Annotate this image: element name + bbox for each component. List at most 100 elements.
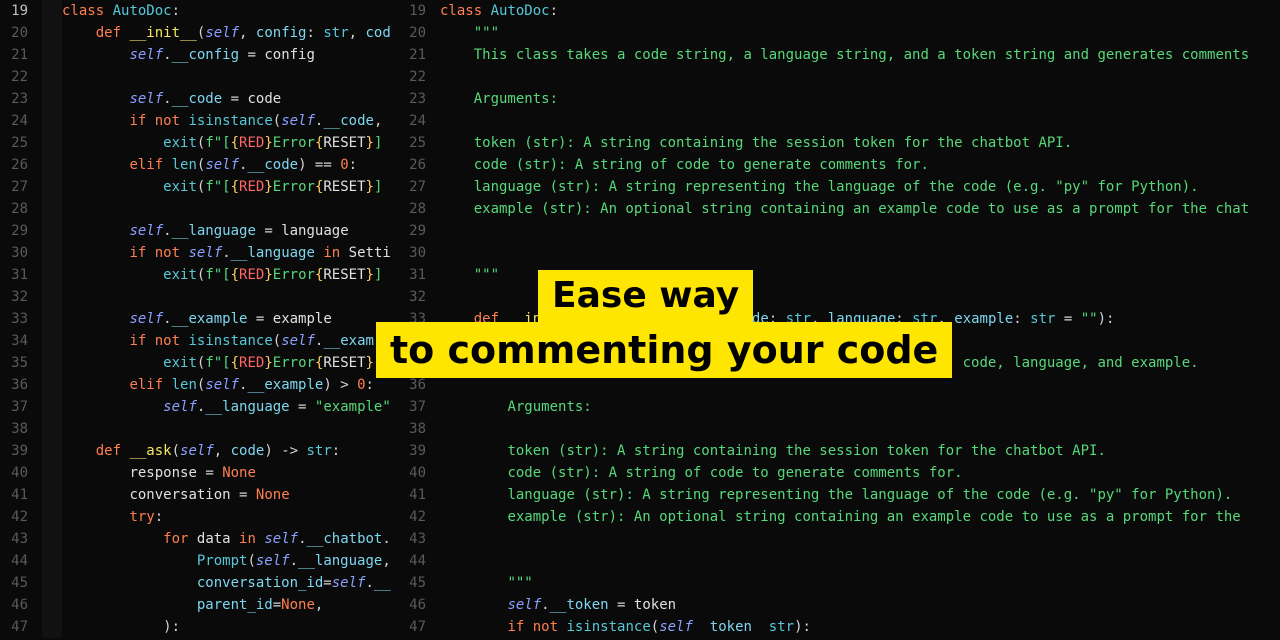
code-content[interactable] — [440, 110, 1280, 132]
code-line[interactable]: 29 — [398, 220, 1280, 242]
code-line[interactable]: 19class AutoDoc: — [0, 0, 398, 22]
code-content[interactable]: ): — [62, 616, 398, 638]
code-content[interactable]: def __init__(self, config: str, cod — [62, 22, 398, 44]
code-line[interactable]: 45 """ — [398, 572, 1280, 594]
code-content[interactable]: language (str): A string representing th… — [440, 176, 1280, 198]
code-line[interactable]: 28 example (str): An optional string con… — [398, 198, 1280, 220]
code-line[interactable]: 39 token (str): A string containing the … — [398, 440, 1280, 462]
code-content[interactable] — [440, 66, 1280, 88]
code-content[interactable] — [440, 242, 1280, 264]
code-content[interactable]: def __ask(self, code) -> str: — [62, 440, 398, 462]
code-content[interactable]: response = None — [62, 462, 398, 484]
code-content[interactable]: example (str): An optional string contai… — [440, 198, 1280, 220]
code-content[interactable]: """ — [440, 22, 1280, 44]
code-content[interactable]: self.__language = language — [62, 220, 398, 242]
code-line[interactable]: 31 """ — [398, 264, 1280, 286]
code-content[interactable]: class AutoDoc: — [440, 0, 1280, 22]
code-content[interactable]: try: — [62, 506, 398, 528]
code-line[interactable]: 38 — [398, 418, 1280, 440]
code-content[interactable]: exit(f"[{RED}Error{RESET}] — [62, 132, 398, 154]
code-line[interactable]: 47 if not isinstance(self token str): — [398, 616, 1280, 638]
code-content[interactable]: exit(f"[{RED}Error{RESET}] — [62, 352, 398, 374]
code-line[interactable]: 23 Arguments: — [398, 88, 1280, 110]
code-content[interactable]: conversation = None — [62, 484, 398, 506]
code-content[interactable]: token (str): A string containing the ses… — [440, 132, 1280, 154]
code-line[interactable]: 19class AutoDoc: — [398, 0, 1280, 22]
code-line[interactable]: 35 exit(f"[{RED}Error{RESET}] — [0, 352, 398, 374]
code-line[interactable]: 38 — [0, 418, 398, 440]
code-content[interactable]: parent_id=None, — [62, 594, 398, 616]
code-content[interactable]: for data in self.__chatbot. — [62, 528, 398, 550]
code-line[interactable]: 46 parent_id=None, — [0, 594, 398, 616]
code-content[interactable]: self.__code = code — [62, 88, 398, 110]
code-content[interactable]: exit(f"[{RED}Error{RESET}] — [62, 176, 398, 198]
code-line[interactable]: 41 language (str): A string representing… — [398, 484, 1280, 506]
code-line[interactable]: 46 self.__token = token — [398, 594, 1280, 616]
code-line[interactable]: 37 Arguments: — [398, 396, 1280, 418]
code-content[interactable]: code (str): A string of code to generate… — [440, 154, 1280, 176]
right-editor-pane[interactable]: 19class AutoDoc:20 """21 This class take… — [398, 0, 1280, 640]
code-content[interactable]: self.__example = example — [62, 308, 398, 330]
code-line[interactable]: 47 ): — [0, 616, 398, 638]
code-line[interactable]: 32 — [398, 286, 1280, 308]
code-content[interactable]: code (str): A string of code to generate… — [440, 462, 1280, 484]
code-content[interactable]: class AutoDoc: — [62, 0, 398, 22]
code-line[interactable]: 31 exit(f"[{RED}Error{RESET}] — [0, 264, 398, 286]
code-line[interactable]: 25 token (str): A string containing the … — [398, 132, 1280, 154]
code-line[interactable]: 27 language (str): A string representing… — [398, 176, 1280, 198]
code-content[interactable] — [62, 66, 398, 88]
code-line[interactable]: 44 — [398, 550, 1280, 572]
code-content[interactable] — [440, 528, 1280, 550]
code-content[interactable]: example (str): An optional string contai… — [440, 506, 1280, 528]
code-content[interactable] — [62, 286, 398, 308]
code-line[interactable]: 43 — [398, 528, 1280, 550]
code-content[interactable]: Arguments: — [440, 396, 1280, 418]
code-content[interactable]: language (str): A string representing th… — [440, 484, 1280, 506]
code-line[interactable]: 27 exit(f"[{RED}Error{RESET}] — [0, 176, 398, 198]
code-line[interactable]: 26 elif len(self.__code) == 0: — [0, 154, 398, 176]
code-line[interactable]: 20 """ — [398, 22, 1280, 44]
code-line[interactable]: 25 exit(f"[{RED}Error{RESET}] — [0, 132, 398, 154]
code-content[interactable]: if not isinstance(self.__exam — [62, 330, 398, 352]
code-line[interactable]: 30 — [398, 242, 1280, 264]
code-line[interactable]: 39 def __ask(self, code) -> str: — [0, 440, 398, 462]
code-line[interactable]: 21 This class takes a code string, a lan… — [398, 44, 1280, 66]
code-content[interactable]: elif len(self.__code) == 0: — [62, 154, 398, 176]
code-content[interactable] — [62, 418, 398, 440]
code-content[interactable]: self.__token = token — [440, 594, 1280, 616]
code-line[interactable]: 40 response = None — [0, 462, 398, 484]
code-line[interactable]: 44 Prompt(self.__language, — [0, 550, 398, 572]
code-content[interactable] — [62, 198, 398, 220]
code-line[interactable]: 20 def __init__(self, config: str, cod — [0, 22, 398, 44]
code-line[interactable]: 41 conversation = None — [0, 484, 398, 506]
code-content[interactable]: if not isinstance(self token str): — [440, 616, 1280, 638]
code-line[interactable]: 43 for data in self.__chatbot. — [0, 528, 398, 550]
code-line[interactable]: 30 if not self.__language in Setti — [0, 242, 398, 264]
code-content[interactable]: Arguments: — [440, 88, 1280, 110]
code-content[interactable] — [440, 418, 1280, 440]
code-line[interactable]: 24 if not isinstance(self.__code, — [0, 110, 398, 132]
code-line[interactable]: 42 example (str): An optional string con… — [398, 506, 1280, 528]
code-line[interactable]: 26 code (str): A string of code to gener… — [398, 154, 1280, 176]
code-content[interactable]: exit(f"[{RED}Error{RESET}] — [62, 264, 398, 286]
code-line[interactable]: 24 — [398, 110, 1280, 132]
code-line[interactable]: 33 self.__example = example — [0, 308, 398, 330]
code-line[interactable]: 22 — [0, 66, 398, 88]
code-line[interactable]: 40 code (str): A string of code to gener… — [398, 462, 1280, 484]
code-content[interactable]: This class takes a code string, a langua… — [440, 44, 1280, 66]
code-line[interactable]: 37 self.__language = "example" — [0, 396, 398, 418]
code-line[interactable]: 29 self.__language = language — [0, 220, 398, 242]
code-line[interactable]: 22 — [398, 66, 1280, 88]
code-content[interactable]: elif len(self.__example) > 0: — [62, 374, 398, 396]
code-line[interactable]: 34 if not isinstance(self.__exam — [0, 330, 398, 352]
code-content[interactable]: if not isinstance(self.__code, — [62, 110, 398, 132]
code-line[interactable]: 23 self.__code = code — [0, 88, 398, 110]
code-content[interactable]: conversation_id=self.__ — [62, 572, 398, 594]
code-line[interactable]: 42 try: — [0, 506, 398, 528]
code-content[interactable]: token (str): A string containing the ses… — [440, 440, 1280, 462]
code-content[interactable]: self.__config = config — [62, 44, 398, 66]
code-content[interactable] — [440, 550, 1280, 572]
code-content[interactable]: if not self.__language in Setti — [62, 242, 398, 264]
code-content[interactable]: Prompt(self.__language, — [62, 550, 398, 572]
left-editor-pane[interactable]: 19class AutoDoc:20 def __init__(self, co… — [0, 0, 398, 640]
